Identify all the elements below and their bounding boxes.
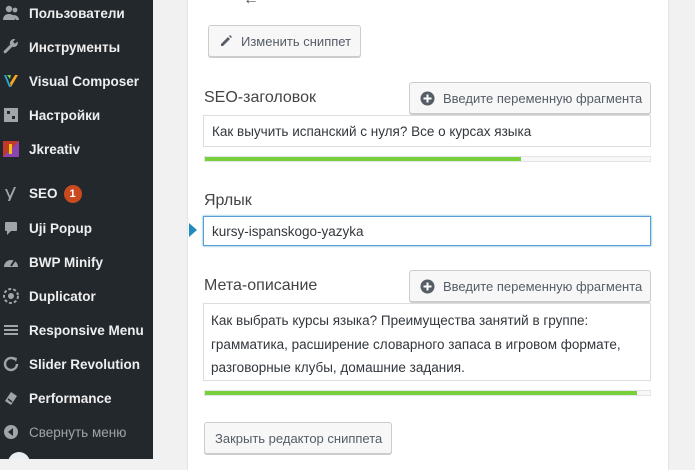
insert-variable-label: Введите переменную фрагмента bbox=[443, 278, 643, 294]
notification-badge: 1 bbox=[63, 185, 82, 203]
settings-icon bbox=[2, 106, 20, 124]
sidebar-item-label: Slider Revolution bbox=[29, 356, 141, 372]
sidebar-item-label: Performance bbox=[29, 390, 112, 406]
sidebar-item-responsive-menu[interactable]: Responsive Menu bbox=[0, 313, 153, 347]
visual-composer-icon bbox=[2, 72, 20, 90]
users-icon bbox=[2, 4, 20, 22]
sidebar-item-label: Настройки bbox=[29, 107, 101, 123]
edit-snippet-button[interactable]: Изменить сниппет bbox=[208, 25, 361, 57]
meta-description-textarea[interactable]: Как выбрать курсы языка? Преимущества за… bbox=[203, 303, 651, 381]
seo-title-progress-fill bbox=[205, 157, 521, 161]
insert-variable-label: Введите переменную фрагмента bbox=[443, 90, 643, 106]
slug-input[interactable]: kursy-ispanskogo-yazyka bbox=[203, 216, 651, 246]
edit-snippet-label: Изменить сниппет bbox=[241, 33, 352, 49]
seo-label: SEO bbox=[29, 186, 58, 201]
admin-sidebar: Пользователи Инструменты Visual Composer… bbox=[0, 0, 153, 459]
close-snippet-editor-label: Закрыть редактор сниппета bbox=[215, 430, 383, 446]
meta-description-progress-fill bbox=[205, 391, 637, 395]
sidebar-item-performance[interactable]: Performance bbox=[0, 381, 153, 415]
meta-description-line: разговорные клубы, домашние задания. bbox=[211, 360, 465, 375]
seo-title-progress-bar bbox=[204, 156, 651, 162]
collapse-arrow-icon bbox=[2, 423, 20, 441]
sidebar-item-visual-composer[interactable]: Visual Composer bbox=[0, 64, 153, 98]
performance-icon bbox=[2, 389, 20, 407]
collapse-menu-button[interactable]: Свернуть меню bbox=[0, 415, 153, 449]
sidebar-item-label: BWP Minify bbox=[29, 254, 103, 270]
bottom-avatar bbox=[8, 452, 30, 459]
sidebar-item-label: Visual Composer bbox=[29, 73, 140, 89]
sidebar-item-label: Duplicator bbox=[29, 288, 96, 304]
sidebar-item-users[interactable]: Пользователи bbox=[0, 0, 153, 30]
sidebar-item-label: Jkreativ bbox=[29, 141, 81, 157]
back-arrow-icon: ← bbox=[243, 0, 259, 9]
sidebar-item-label: Инструменты bbox=[29, 39, 121, 55]
insert-variable-button-meta[interactable]: Введите переменную фрагмента bbox=[409, 270, 651, 302]
slug-label: Ярлык bbox=[204, 192, 252, 209]
sidebar-item-label: Responsive Menu bbox=[29, 322, 144, 338]
active-field-indicator bbox=[189, 223, 197, 237]
meta-description-line: Как выбрать курсы языка? Преимущества за… bbox=[211, 313, 589, 328]
sidebar-item-uji-popup[interactable]: Uji Popup bbox=[0, 211, 153, 245]
speech-bubble-icon bbox=[2, 219, 20, 237]
sidebar-item-label: Uji Popup bbox=[29, 220, 92, 236]
meta-description-progress-bar bbox=[204, 390, 651, 396]
insert-variable-button-seo-title[interactable]: Введите переменную фрагмента bbox=[409, 82, 651, 114]
sidebar-item-seo[interactable]: SEO 1 bbox=[0, 177, 153, 211]
sidebar-item-jkreativ[interactable]: Jkreativ bbox=[0, 132, 153, 166]
seo-title-input[interactable]: Как выучить испанский с нуля? Все о курс… bbox=[203, 115, 651, 147]
pencil-icon bbox=[219, 34, 233, 48]
sidebar-item-label: SEO 1 bbox=[29, 185, 82, 203]
meta-description-label: Мета-описание bbox=[204, 277, 318, 294]
gauge-icon bbox=[2, 253, 20, 271]
sidebar-item-bwp-minify[interactable]: BWP Minify bbox=[0, 245, 153, 279]
yoast-seo-icon bbox=[2, 185, 20, 203]
sidebar-item-label: Пользователи bbox=[29, 5, 125, 21]
refresh-icon bbox=[2, 355, 20, 373]
collapse-menu-label: Свернуть меню bbox=[29, 424, 127, 440]
plus-circle-icon bbox=[420, 279, 435, 294]
duplicator-icon bbox=[2, 287, 20, 305]
close-snippet-editor-button[interactable]: Закрыть редактор сниппета bbox=[204, 422, 392, 454]
meta-description-line: грамматика, расширение словарного запаса… bbox=[211, 336, 621, 352]
sidebar-item-settings[interactable]: Настройки bbox=[0, 98, 153, 132]
wrench-icon bbox=[2, 38, 20, 56]
jkreativ-icon bbox=[2, 140, 20, 158]
sidebar-item-slider-revolution[interactable]: Slider Revolution bbox=[0, 347, 153, 381]
sidebar-item-tools[interactable]: Инструменты bbox=[0, 30, 153, 64]
hamburger-menu-icon bbox=[2, 321, 20, 339]
sidebar-item-duplicator[interactable]: Duplicator bbox=[0, 279, 153, 313]
plus-circle-icon bbox=[420, 91, 435, 106]
seo-title-label: SEO-заголовок bbox=[204, 89, 317, 106]
